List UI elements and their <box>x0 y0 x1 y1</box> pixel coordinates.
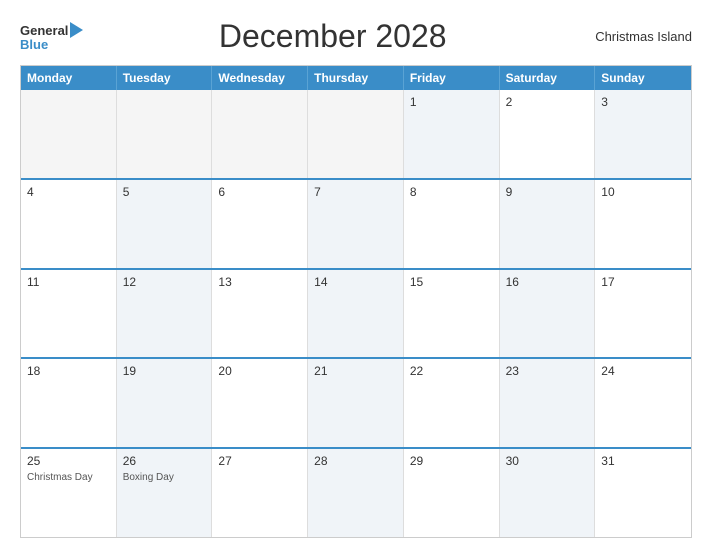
table-row <box>308 90 404 178</box>
week-1: 1 2 3 <box>21 90 691 178</box>
table-row: 12 <box>117 270 213 358</box>
table-row: 14 <box>308 270 404 358</box>
table-row: 2 <box>500 90 596 178</box>
table-row: 10 <box>595 180 691 268</box>
table-row: 15 <box>404 270 500 358</box>
boxing-day-event: Boxing Day <box>123 472 206 483</box>
table-row: 22 <box>404 359 500 447</box>
table-row: 25 Christmas Day <box>21 449 117 537</box>
table-row: 24 <box>595 359 691 447</box>
table-row: 13 <box>212 270 308 358</box>
calendar: Monday Tuesday Wednesday Thursday Friday… <box>20 65 692 538</box>
christmas-day-event: Christmas Day <box>27 472 110 483</box>
page-header: General Blue December 2028 Christmas Isl… <box>20 18 692 55</box>
table-row <box>212 90 308 178</box>
logo-text-wrap: General Blue <box>20 22 83 51</box>
table-row: 27 <box>212 449 308 537</box>
calendar-body: 1 2 3 4 5 6 <box>21 90 691 537</box>
table-row: 29 <box>404 449 500 537</box>
table-row: 9 <box>500 180 596 268</box>
table-row <box>21 90 117 178</box>
week-5: 25 Christmas Day 26 Boxing Day 27 28 29 <box>21 447 691 537</box>
logo: General Blue <box>20 22 83 51</box>
table-row: 16 <box>500 270 596 358</box>
table-row: 28 <box>308 449 404 537</box>
table-row: 30 <box>500 449 596 537</box>
col-saturday: Saturday <box>500 66 596 90</box>
logo-flag-icon <box>70 22 83 38</box>
table-row: 18 <box>21 359 117 447</box>
table-row: 3 <box>595 90 691 178</box>
table-row: 17 <box>595 270 691 358</box>
table-row: 26 Boxing Day <box>117 449 213 537</box>
logo-blue: Blue <box>20 38 83 51</box>
table-row: 1 <box>404 90 500 178</box>
table-row: 21 <box>308 359 404 447</box>
calendar-page: General Blue December 2028 Christmas Isl… <box>0 0 712 550</box>
table-row <box>117 90 213 178</box>
month-title: December 2028 <box>83 18 582 55</box>
col-tuesday: Tuesday <box>117 66 213 90</box>
col-monday: Monday <box>21 66 117 90</box>
table-row: 31 <box>595 449 691 537</box>
week-4: 18 19 20 21 22 23 24 <box>21 357 691 447</box>
col-sunday: Sunday <box>595 66 691 90</box>
table-row: 23 <box>500 359 596 447</box>
location-label: Christmas Island <box>582 29 692 44</box>
table-row: 4 <box>21 180 117 268</box>
col-friday: Friday <box>404 66 500 90</box>
logo-row: General <box>20 22 83 38</box>
logo-general: General <box>20 24 68 37</box>
table-row: 5 <box>117 180 213 268</box>
calendar-header: Monday Tuesday Wednesday Thursday Friday… <box>21 66 691 90</box>
col-thursday: Thursday <box>308 66 404 90</box>
table-row: 6 <box>212 180 308 268</box>
col-wednesday: Wednesday <box>212 66 308 90</box>
table-row: 19 <box>117 359 213 447</box>
week-2: 4 5 6 7 8 9 10 <box>21 178 691 268</box>
table-row: 8 <box>404 180 500 268</box>
table-row: 7 <box>308 180 404 268</box>
week-3: 11 12 13 14 15 16 17 <box>21 268 691 358</box>
table-row: 11 <box>21 270 117 358</box>
table-row: 20 <box>212 359 308 447</box>
